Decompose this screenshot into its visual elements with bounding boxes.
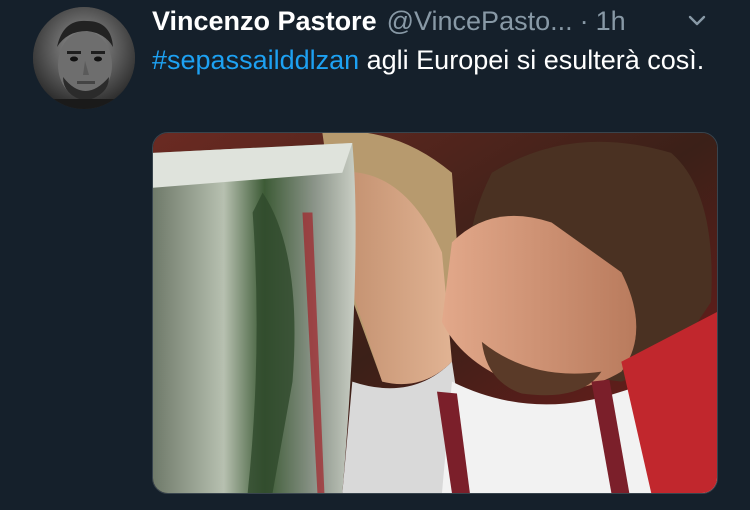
avatar-image bbox=[33, 7, 135, 109]
more-options-button[interactable] bbox=[687, 11, 707, 31]
tweet-photo[interactable] bbox=[152, 132, 718, 494]
header-separator: · bbox=[579, 5, 589, 36]
chevron-down-icon bbox=[688, 15, 706, 26]
tweet-text-body: agli Europei si esulterà così. bbox=[359, 45, 705, 75]
tweet-timestamp[interactable]: 1h bbox=[596, 6, 626, 37]
author-name[interactable]: Vincenzo Pastore bbox=[152, 6, 377, 37]
tweet-header: Vincenzo Pastore @VincePasto... · 1h bbox=[152, 2, 722, 40]
photo-image bbox=[153, 133, 717, 493]
tweet-text: #sepassailddlzan agli Europei si esulter… bbox=[152, 42, 727, 79]
hashtag-link[interactable]: #sepassailddlzan bbox=[152, 45, 359, 75]
author-avatar[interactable] bbox=[33, 7, 135, 109]
author-handle[interactable]: @VincePasto... bbox=[387, 6, 573, 37]
